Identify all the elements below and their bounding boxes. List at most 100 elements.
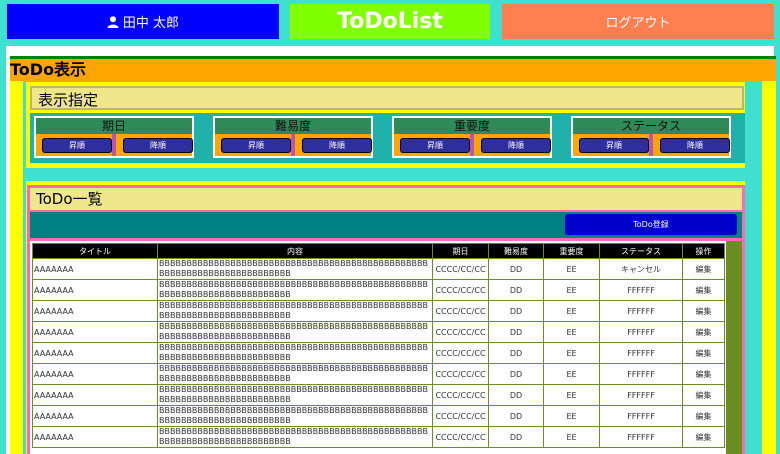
row-difficulty: DD bbox=[488, 342, 544, 364]
table-scrollbar[interactable] bbox=[726, 241, 742, 454]
sort-difficulty-desc-button[interactable]: 降順 bbox=[302, 138, 372, 153]
sort-due-asc-button[interactable]: 昇順 bbox=[42, 138, 112, 153]
sort-importance-asc-button[interactable]: 昇順 bbox=[400, 138, 470, 153]
column-header[interactable]: 内容 bbox=[157, 243, 433, 259]
register-todo-button[interactable]: ToDo登録 bbox=[565, 214, 737, 235]
app-title[interactable]: ToDoList bbox=[290, 4, 490, 39]
row-title: AAAAAAA bbox=[32, 321, 158, 343]
table-row: AAAAAAA BBBBBBBBBBBBBBBBBBBBBBBBBBBBBBBBB… bbox=[32, 426, 725, 448]
edit-link[interactable]: 編集 bbox=[682, 279, 725, 301]
edit-link[interactable]: 編集 bbox=[682, 258, 725, 280]
sort-group-label: ステータス bbox=[573, 118, 729, 134]
column-header[interactable]: ステータス bbox=[599, 243, 683, 259]
row-title: AAAAAAA bbox=[32, 384, 158, 406]
section-title: ToDo表示 bbox=[10, 56, 776, 81]
row-status: FFFFFF bbox=[599, 405, 683, 427]
row-status: FFFFFF bbox=[599, 426, 683, 448]
row-due: CCCC/CC/CC bbox=[432, 384, 489, 406]
edit-link[interactable]: 編集 bbox=[682, 300, 725, 322]
sort-importance-desc-button[interactable]: 降順 bbox=[481, 138, 551, 153]
todo-table-container: タイトル 内容 期日 難易度 重要度 ステータス 操作 AAAAAAA BBBBB… bbox=[30, 241, 742, 454]
row-due: CCCC/CC/CC bbox=[432, 363, 489, 385]
app-header: 田中 太郎 ToDoList ログアウト bbox=[0, 0, 780, 44]
row-content: BBBBBBBBBBBBBBBBBBBBBBBBBBBBBBBBBBBBBBBB… bbox=[157, 384, 433, 406]
separator bbox=[649, 134, 653, 156]
edit-link[interactable]: 編集 bbox=[682, 363, 725, 385]
row-importance: EE bbox=[543, 384, 600, 406]
sort-status-desc-button[interactable]: 降順 bbox=[660, 138, 730, 153]
user-button[interactable]: 田中 太郎 bbox=[7, 4, 279, 39]
sort-due-desc-button[interactable]: 降順 bbox=[123, 138, 193, 153]
row-due: CCCC/CC/CC bbox=[432, 405, 489, 427]
row-difficulty: DD bbox=[488, 384, 544, 406]
logout-button[interactable]: ログアウト bbox=[502, 4, 774, 39]
row-due: CCCC/CC/CC bbox=[432, 258, 489, 280]
column-header[interactable]: 難易度 bbox=[488, 243, 544, 259]
edit-link[interactable]: 編集 bbox=[682, 384, 725, 406]
row-content: BBBBBBBBBBBBBBBBBBBBBBBBBBBBBBBBBBBBBBBB… bbox=[157, 258, 433, 280]
row-title: AAAAAAA bbox=[32, 363, 158, 385]
sort-group-status: ステータス 昇順 降順 bbox=[571, 116, 731, 158]
sort-group-label: 期日 bbox=[36, 118, 192, 134]
separator bbox=[112, 134, 116, 156]
row-content: BBBBBBBBBBBBBBBBBBBBBBBBBBBBBBBBBBBBBBBB… bbox=[157, 342, 433, 364]
sort-controls: 期日 昇順 降順 難易度 昇順 降順 重要度 昇順 降順 ステータス 昇順 降順 bbox=[30, 113, 745, 163]
column-header[interactable]: 重要度 bbox=[543, 243, 600, 259]
row-importance: EE bbox=[543, 363, 600, 385]
inner-panel: 表示指定 期日 昇順 降順 難易度 昇順 降順 重要度 昇順 降順 ステータス … bbox=[23, 81, 762, 454]
todo-toolbar: ToDo登録 bbox=[30, 212, 742, 238]
column-header[interactable]: 期日 bbox=[432, 243, 489, 259]
edit-link[interactable]: 編集 bbox=[682, 426, 725, 448]
sort-group-label: 重要度 bbox=[394, 118, 550, 134]
edit-link[interactable]: 編集 bbox=[682, 405, 725, 427]
row-status: FFFFFF bbox=[599, 363, 683, 385]
row-status: FFFFFF bbox=[599, 300, 683, 322]
todo-table: タイトル 内容 期日 難易度 重要度 ステータス 操作 AAAAAAA BBBBB… bbox=[32, 243, 725, 448]
column-header[interactable]: タイトル bbox=[32, 243, 158, 259]
row-status: FFFFFF bbox=[599, 321, 683, 343]
table-row: AAAAAAA BBBBBBBBBBBBBBBBBBBBBBBBBBBBBBBBB… bbox=[32, 300, 725, 322]
row-status: FFFFFF bbox=[599, 279, 683, 301]
content-area: 表示指定 期日 昇順 降順 難易度 昇順 降順 重要度 昇順 降順 ステータス … bbox=[10, 81, 776, 454]
sort-status-asc-button[interactable]: 昇順 bbox=[579, 138, 649, 153]
main-area: ToDo表示 表示指定 期日 昇順 降順 難易度 昇順 降順 重要度 昇順 降順… bbox=[6, 46, 776, 454]
row-title: AAAAAAA bbox=[32, 258, 158, 280]
table-row: AAAAAAA BBBBBBBBBBBBBBBBBBBBBBBBBBBBBBBBB… bbox=[32, 279, 725, 301]
row-difficulty: DD bbox=[488, 363, 544, 385]
row-importance: EE bbox=[543, 426, 600, 448]
row-title: AAAAAAA bbox=[32, 279, 158, 301]
column-header[interactable]: 操作 bbox=[682, 243, 725, 259]
row-importance: EE bbox=[543, 342, 600, 364]
row-title: AAAAAAA bbox=[32, 405, 158, 427]
edit-link[interactable]: 編集 bbox=[682, 321, 725, 343]
sort-difficulty-asc-button[interactable]: 昇順 bbox=[221, 138, 291, 153]
row-difficulty: DD bbox=[488, 321, 544, 343]
sort-group-due: 期日 昇順 降順 bbox=[34, 116, 194, 158]
table-row: AAAAAAA BBBBBBBBBBBBBBBBBBBBBBBBBBBBBBBBB… bbox=[32, 321, 725, 343]
sort-title: 表示指定 bbox=[30, 86, 744, 110]
row-content: BBBBBBBBBBBBBBBBBBBBBBBBBBBBBBBBBBBBBBBB… bbox=[157, 405, 433, 427]
table-row: AAAAAAA BBBBBBBBBBBBBBBBBBBBBBBBBBBBBBBBB… bbox=[32, 405, 725, 427]
row-due: CCCC/CC/CC bbox=[432, 342, 489, 364]
row-importance: EE bbox=[543, 300, 600, 322]
sort-group-importance: 重要度 昇順 降順 bbox=[392, 116, 552, 158]
user-icon bbox=[107, 15, 119, 28]
table-header-row: タイトル 内容 期日 難易度 重要度 ステータス 操作 bbox=[32, 243, 725, 259]
row-difficulty: DD bbox=[488, 300, 544, 322]
row-difficulty: DD bbox=[488, 279, 544, 301]
separator bbox=[470, 134, 474, 156]
edit-link[interactable]: 編集 bbox=[682, 342, 725, 364]
row-due: CCCC/CC/CC bbox=[432, 426, 489, 448]
row-difficulty: DD bbox=[488, 405, 544, 427]
section-title-text: ToDo表示 bbox=[10, 60, 87, 79]
table-row: AAAAAAA BBBBBBBBBBBBBBBBBBBBBBBBBBBBBBBBB… bbox=[32, 384, 725, 406]
row-importance: EE bbox=[543, 321, 600, 343]
row-title: AAAAAAA bbox=[32, 342, 158, 364]
row-content: BBBBBBBBBBBBBBBBBBBBBBBBBBBBBBBBBBBBBBBB… bbox=[157, 279, 433, 301]
todo-list-panel: ToDo一覧 ToDo登録 タイトル 内容 期日 難易度 重要度 ステータス 操… bbox=[26, 181, 745, 454]
row-content: BBBBBBBBBBBBBBBBBBBBBBBBBBBBBBBBBBBBBBBB… bbox=[157, 363, 433, 385]
row-content: BBBBBBBBBBBBBBBBBBBBBBBBBBBBBBBBBBBBBBBB… bbox=[157, 300, 433, 322]
row-status: FFFFFF bbox=[599, 384, 683, 406]
sort-panel: 表示指定 期日 昇順 降順 難易度 昇順 降順 重要度 昇順 降順 ステータス … bbox=[26, 82, 745, 168]
row-status: FFFFFF bbox=[599, 342, 683, 364]
